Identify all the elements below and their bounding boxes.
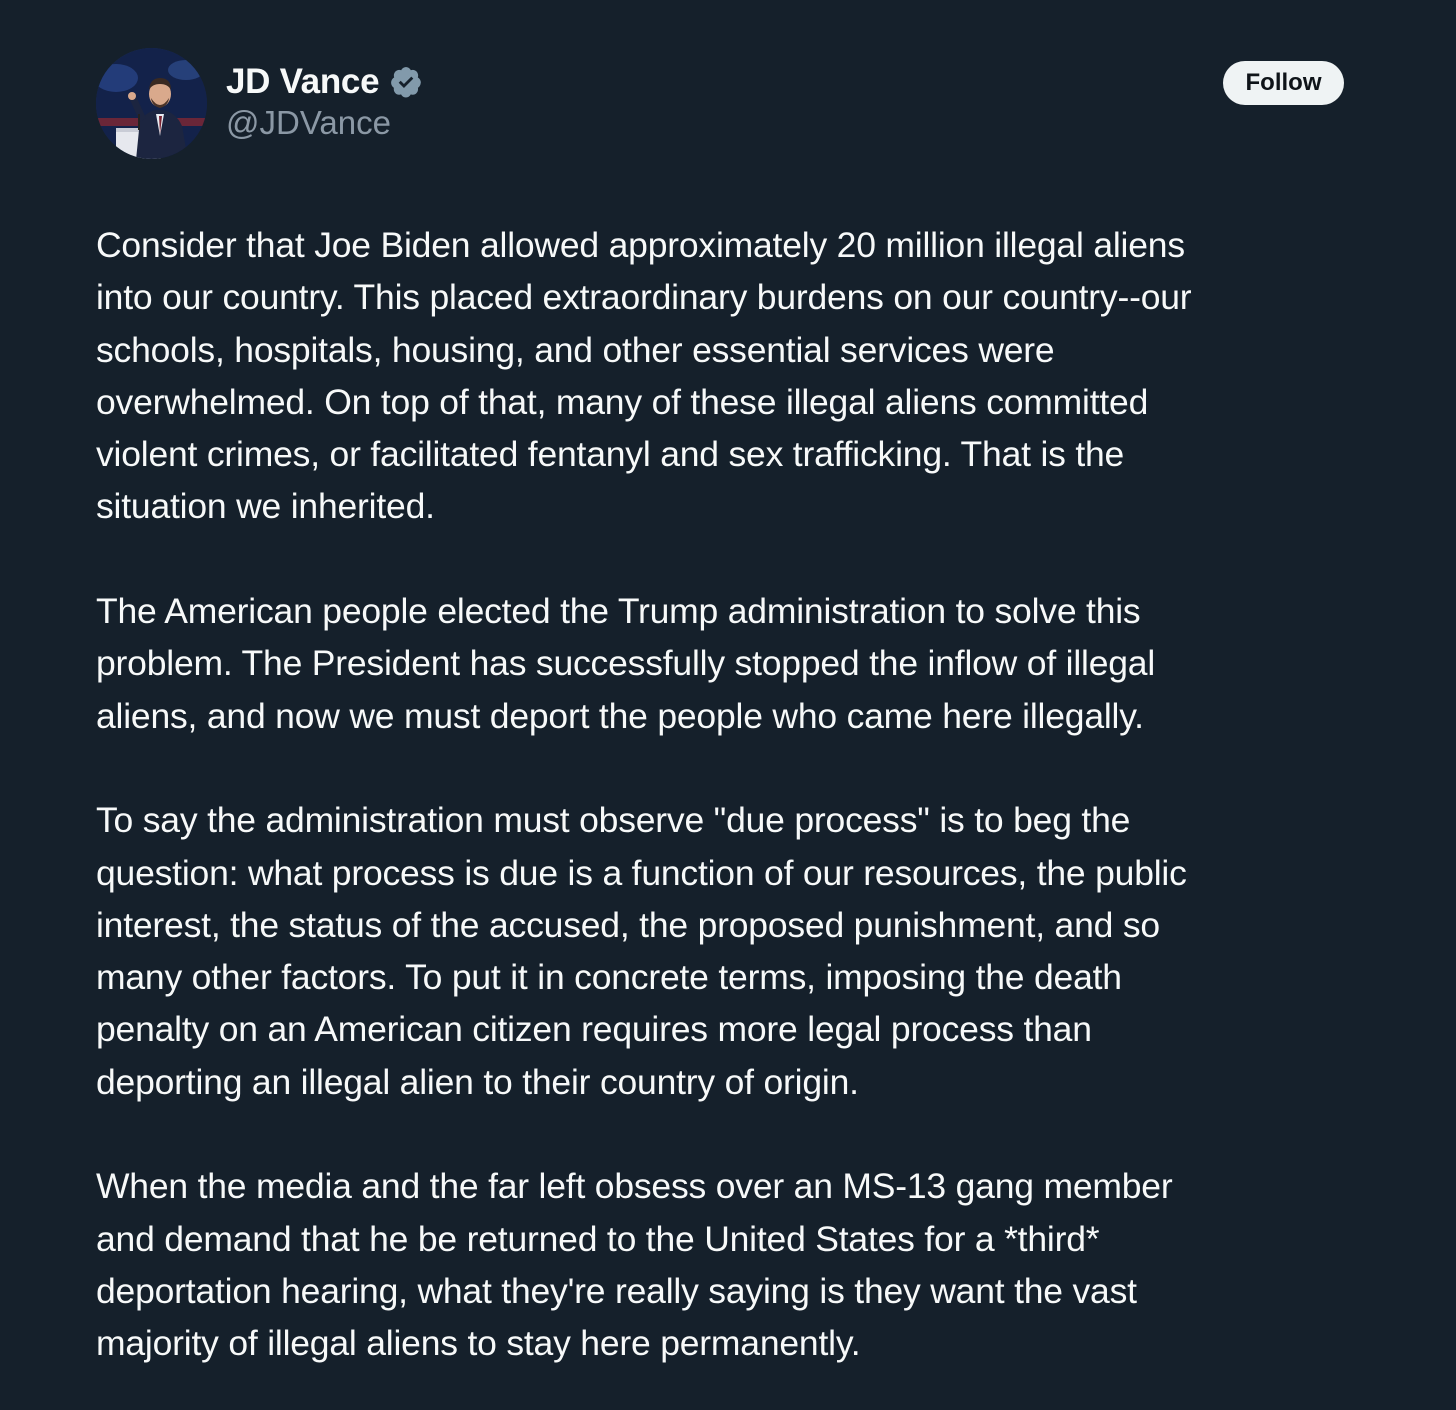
verified-badge-icon — [389, 65, 423, 99]
tweet-body: Consider that Joe Biden allowed approxim… — [96, 219, 1366, 1370]
tweet-paragraph: To say the administration must observe "… — [96, 794, 1366, 1108]
tweet-line: deportation hearing, what they're really… — [96, 1270, 1137, 1311]
tweet-paragraph: Consider that Joe Biden allowed approxim… — [96, 219, 1366, 533]
tweet-line: situation we inherited. — [96, 486, 435, 527]
tweet-line: Consider that Joe Biden allowed approxim… — [96, 225, 1185, 265]
tweet-line: majority of illegal aliens to stay here … — [96, 1323, 861, 1364]
tweet-line: To say the administration must observe "… — [96, 800, 1131, 841]
tweet-line: and demand that he be returned to the Un… — [96, 1218, 1100, 1259]
avatar-photo-icon — [96, 48, 207, 159]
tweet-line: into our country. This placed extraordin… — [96, 277, 1192, 318]
tweet-line: question: what process is due is a funct… — [96, 852, 1187, 893]
tweet-line: deporting an illegal alien to their coun… — [96, 1061, 859, 1102]
author-name-row: JD Vance — [226, 60, 423, 104]
tweet-line: many other factors. To put it in concret… — [96, 957, 1122, 998]
tweet-line: violent crimes, or facilitated fentanyl … — [96, 434, 1125, 475]
tweet-line: problem. The President has successfully … — [96, 643, 1156, 684]
tweet-card: JD Vance @JDVance Follow Consider that J… — [0, 0, 1456, 1410]
tweet-paragraph: The American people elected the Trump ad… — [96, 585, 1366, 742]
tweet-line: penalty on an American citizen requires … — [96, 1009, 1092, 1050]
tweet-line: aliens, and now we must deport the peopl… — [96, 695, 1144, 736]
author-avatar[interactable] — [96, 48, 207, 159]
tweet-line: The American people elected the Trump ad… — [96, 591, 1141, 632]
author-handle[interactable]: @JDVance — [226, 104, 391, 142]
tweet-line: interest, the status of the accused, the… — [96, 904, 1160, 945]
tweet-line: overwhelmed. On top of that, many of the… — [96, 381, 1149, 422]
tweet-paragraph: When the media and the far left obsess o… — [96, 1160, 1366, 1369]
tweet-line: schools, hospitals, housing, and other e… — [96, 329, 1055, 370]
tweet-line: When the media and the far left obsess o… — [96, 1166, 1173, 1207]
author-name[interactable]: JD Vance — [226, 62, 380, 102]
follow-button[interactable]: Follow — [1223, 61, 1344, 105]
